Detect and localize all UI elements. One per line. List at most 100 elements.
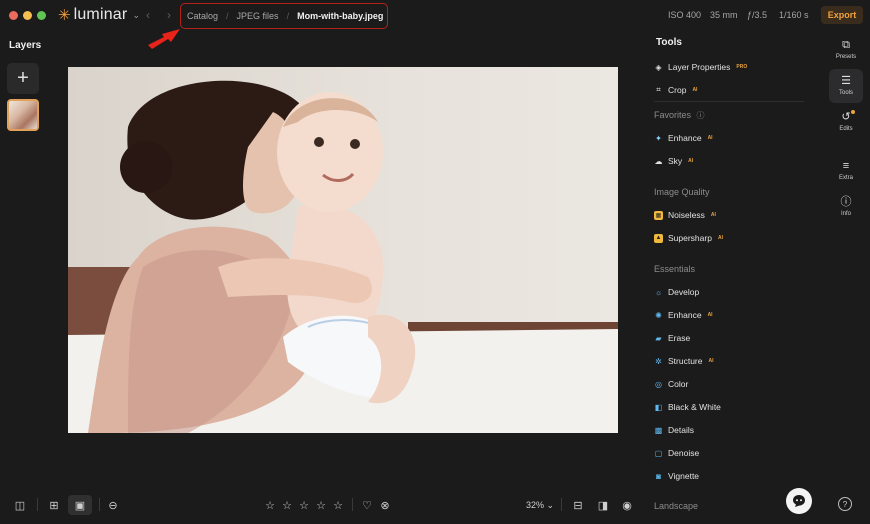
erase-icon: ▰ bbox=[655, 333, 662, 343]
star-5-icon[interactable]: ☆ bbox=[330, 495, 346, 515]
ai-badge: AI bbox=[707, 312, 713, 318]
tool-black-white[interactable]: ◧ Black & White bbox=[654, 402, 721, 412]
breadcrumb-separator: / bbox=[286, 11, 290, 21]
zoom-value: 32% bbox=[526, 500, 545, 510]
close-window-button[interactable] bbox=[9, 11, 18, 20]
star-2-icon[interactable]: ☆ bbox=[279, 495, 295, 515]
add-layer-button[interactable]: + bbox=[7, 63, 39, 94]
tool-color[interactable]: ◎ Color bbox=[654, 379, 688, 389]
info-icon[interactable]: ⓘ bbox=[697, 111, 705, 120]
back-arrow-icon[interactable]: ‹ bbox=[146, 8, 150, 22]
landscape-section-title: Landscape bbox=[654, 501, 699, 511]
single-image-view-icon[interactable]: ▣ bbox=[68, 495, 92, 515]
chevron-down-icon: ⌄ bbox=[132, 9, 140, 20]
export-button[interactable]: Export bbox=[821, 6, 863, 24]
compare-icon[interactable]: ◨ bbox=[594, 495, 612, 515]
structure-icon: ✲ bbox=[655, 356, 662, 366]
tool-structure[interactable]: ✲ Structure AI bbox=[654, 356, 714, 366]
layers-title: Layers bbox=[9, 40, 42, 51]
denoise-icon: ▢ bbox=[654, 448, 663, 458]
layer-thumbnail[interactable] bbox=[7, 99, 39, 131]
chevron-down-icon: ⌄ bbox=[546, 500, 555, 510]
essentials-section-title: Essentials bbox=[654, 264, 696, 274]
tool-favorite-enhance[interactable]: ✦ Enhance AI bbox=[654, 133, 713, 143]
list-icon: ≡ bbox=[842, 160, 850, 172]
ai-badge: AI bbox=[708, 358, 714, 364]
tool-label: Denoise bbox=[668, 448, 700, 458]
supersharp-icon: ▲ bbox=[654, 233, 663, 243]
tool-details[interactable]: ▩ Details bbox=[654, 425, 694, 435]
breadcrumb-catalog[interactable]: Catalog bbox=[187, 11, 218, 21]
exif-shutter: 1/160 s bbox=[779, 10, 809, 20]
rail-presets[interactable]: ⧉ Presets bbox=[829, 33, 863, 67]
tool-supersharp[interactable]: ▲ Supersharp AI bbox=[654, 233, 723, 243]
tool-label: Noiseless bbox=[668, 210, 705, 220]
more-options-icon[interactable]: ⊖ bbox=[104, 495, 122, 515]
show-filmstrip-icon[interactable]: ⊟ bbox=[569, 495, 587, 515]
tool-label: Enhance bbox=[668, 133, 702, 143]
rail-label: Tools bbox=[838, 90, 853, 96]
favorites-title: Favorites bbox=[654, 110, 692, 120]
sliders-icon: ☰ bbox=[841, 75, 851, 87]
star-4-icon[interactable]: ☆ bbox=[313, 495, 329, 515]
photo-canvas[interactable] bbox=[68, 67, 618, 433]
tool-noiseless[interactable]: ▦ Noiseless AI bbox=[654, 210, 716, 220]
tool-erase[interactable]: ▰ Erase bbox=[654, 333, 690, 343]
rail-info[interactable]: ⓘ Info bbox=[829, 190, 863, 224]
tool-favorite-sky[interactable]: ☁ Sky AI bbox=[654, 156, 694, 166]
info-icon: ⓘ bbox=[840, 196, 852, 208]
vignette-icon: ◙ bbox=[656, 471, 661, 481]
rail-label: Presets bbox=[835, 54, 857, 60]
help-button[interactable]: ? bbox=[838, 497, 852, 511]
color-icon: ◎ bbox=[655, 379, 662, 389]
minimize-window-button[interactable] bbox=[23, 11, 32, 20]
tool-label: Layer Properties bbox=[668, 62, 731, 72]
ai-badge: AI bbox=[710, 212, 716, 218]
star-3-icon[interactable]: ☆ bbox=[296, 495, 312, 515]
rail-edits[interactable]: ↺ Edits bbox=[829, 105, 863, 139]
tool-label: Crop bbox=[668, 85, 687, 95]
details-icon: ▩ bbox=[654, 425, 663, 435]
rail-label: Edits bbox=[839, 126, 853, 132]
toggle-sidebar-icon[interactable]: ◫ bbox=[10, 495, 30, 515]
divider bbox=[37, 498, 38, 511]
ai-badge: AI bbox=[707, 135, 713, 141]
zoom-level[interactable]: 32% ⌄ bbox=[526, 500, 554, 511]
heart-icon[interactable]: ♡ bbox=[359, 495, 375, 515]
history-icon: ↺ bbox=[841, 111, 851, 123]
divider bbox=[352, 498, 353, 511]
rail-tools[interactable]: ☰ Tools bbox=[829, 69, 863, 103]
exif-focal-length: 35 mm bbox=[710, 10, 738, 20]
tool-layer-properties[interactable]: ◈ Layer Properties PRO bbox=[654, 62, 747, 72]
divider bbox=[99, 498, 100, 511]
pro-badge: PRO bbox=[736, 64, 748, 70]
tool-vignette[interactable]: ◙ Vignette bbox=[654, 471, 699, 481]
breadcrumb-jpeg-files[interactable]: JPEG files bbox=[237, 11, 279, 21]
preview-eye-icon[interactable]: ◉ bbox=[618, 495, 636, 515]
tool-label: Erase bbox=[668, 333, 691, 343]
forward-arrow-icon[interactable]: › bbox=[167, 8, 171, 22]
tool-label: Structure bbox=[668, 356, 703, 366]
star-1-icon[interactable]: ☆ bbox=[262, 495, 278, 515]
divider bbox=[654, 101, 804, 102]
bottom-toolbar: ◫ ⊞ ▣ ⊖ ☆ ☆ ☆ ☆ ☆ ♡ ⊗ 32% ⌄ ⊟ ◨ ◉ bbox=[0, 489, 645, 519]
tool-denoise[interactable]: ▢ Denoise bbox=[654, 448, 699, 458]
tool-develop[interactable]: ☼ Develop bbox=[654, 287, 699, 297]
noiseless-icon: ▦ bbox=[654, 210, 663, 220]
zoom-window-button[interactable] bbox=[37, 11, 46, 20]
tool-crop[interactable]: ⌗ Crop AI bbox=[654, 85, 697, 95]
develop-icon: ☼ bbox=[654, 287, 663, 297]
rail-extra[interactable]: ≡ Extra bbox=[829, 154, 863, 188]
grid-view-icon[interactable]: ⊞ bbox=[44, 495, 64, 515]
annotation-arrow-icon bbox=[148, 29, 180, 49]
top-bar: ✳ luminar ⌄ ‹ › Catalog / JPEG files / M… bbox=[0, 0, 870, 30]
notification-dot bbox=[851, 110, 855, 114]
chat-assistant-button[interactable] bbox=[786, 488, 812, 514]
rail-label: Extra bbox=[838, 175, 853, 181]
app-menu[interactable]: ✳ luminar ⌄ bbox=[58, 6, 140, 24]
tools-title: Tools bbox=[656, 37, 682, 48]
app-name: luminar bbox=[73, 6, 128, 23]
tool-enhance[interactable]: ✺ Enhance AI bbox=[654, 310, 713, 320]
divider bbox=[561, 498, 562, 511]
reject-icon[interactable]: ⊗ bbox=[377, 495, 393, 515]
